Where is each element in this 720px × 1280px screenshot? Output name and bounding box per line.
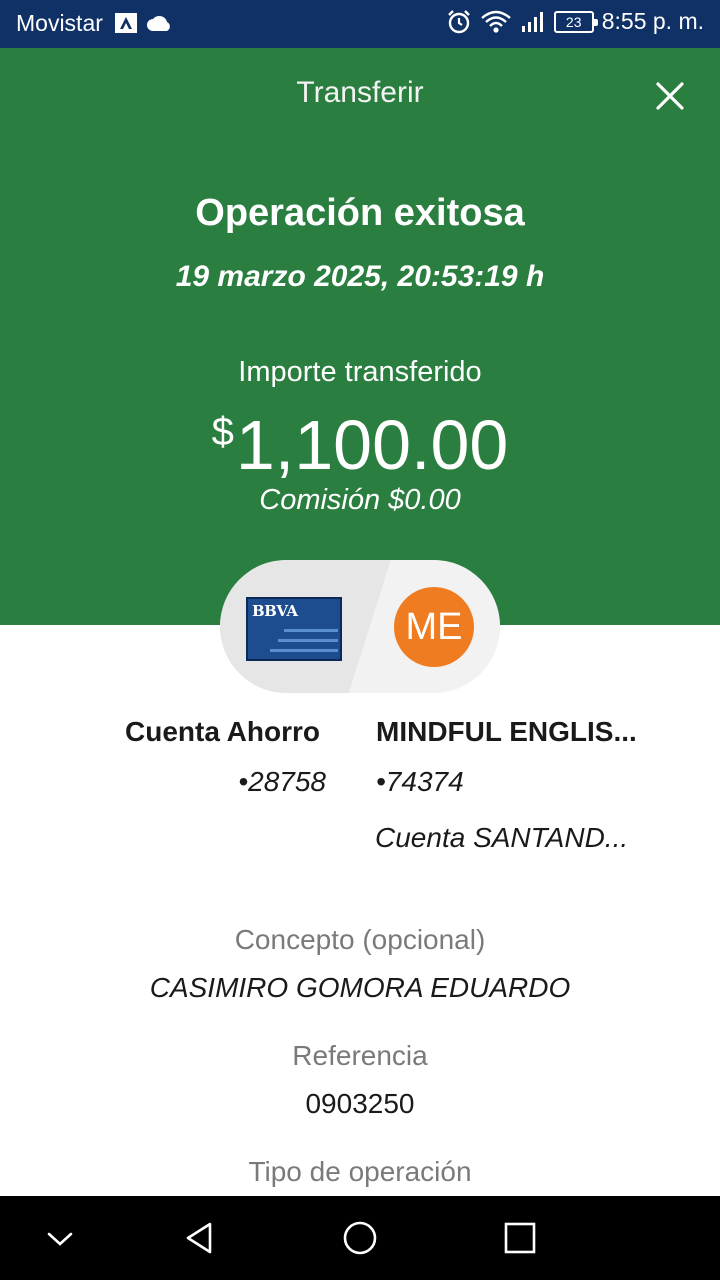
recipient-avatar: ME [394, 587, 474, 667]
destination-account-number: •74374 [376, 766, 464, 797]
back-icon[interactable] [178, 1216, 222, 1260]
transferred-amount: $1,100.00 [0, 390, 720, 487]
recents-icon[interactable] [498, 1216, 542, 1260]
concept-value: CASIMIRO GOMORA EDUARDO [149, 972, 571, 1003]
alarm-icon [447, 9, 470, 33]
system-nav-bar [0, 1196, 720, 1280]
commission-text: Comisión $0.00 [259, 484, 461, 516]
battery-level: 23 [565, 13, 582, 30]
app-notification-icon [115, 13, 137, 33]
carrier-label: Movistar [16, 10, 103, 36]
screen-title: Transferir [296, 76, 424, 109]
destination-account-name: MINDFUL ENGLIS... [376, 716, 637, 747]
card-stripe [284, 629, 338, 632]
amount-value: 1,100.00 [235, 406, 509, 484]
signal-icon [521, 11, 543, 32]
bank-logo-text: BBVA [252, 602, 298, 620]
status-icons: 23 8:55 p. m. [446, 8, 704, 35]
origin-account-name: Cuenta Ahorro [125, 716, 320, 747]
amount-label: Importe transferido [238, 356, 482, 388]
card-stripe [270, 649, 338, 652]
operation-type-label: Tipo de operación [248, 1156, 472, 1187]
currency-symbol: $ [211, 410, 234, 454]
operation-datetime: 19 marzo 2025, 20:53:19 h [175, 260, 545, 293]
reference-label: Referencia [292, 1040, 428, 1071]
destination-bank: Cuenta SANTAND... [375, 822, 629, 853]
wifi-icon [480, 10, 511, 33]
origin-account-number: •28758 [238, 766, 326, 797]
chevron-down-icon[interactable] [38, 1216, 82, 1260]
close-icon[interactable] [654, 80, 686, 112]
status-bar: Movistar 23 8:55 p. m. [0, 0, 720, 48]
transfer-accounts-pill: BBVA ME [220, 560, 500, 693]
reference-value: 0903250 [305, 1088, 415, 1119]
notification-icons [114, 12, 172, 34]
clock: 8:55 p. m. [601, 8, 704, 34]
bank-card-icon: BBVA [246, 597, 342, 661]
card-stripe [278, 639, 338, 642]
home-icon[interactable] [338, 1216, 382, 1260]
operation-status-title: Operación exitosa [195, 192, 525, 234]
battery-icon: 23 [553, 10, 598, 33]
concept-label: Concepto (opcional) [234, 924, 486, 955]
success-header: Transferir Operación exitosa 19 marzo 20… [0, 48, 720, 625]
cloud-icon [147, 15, 170, 31]
